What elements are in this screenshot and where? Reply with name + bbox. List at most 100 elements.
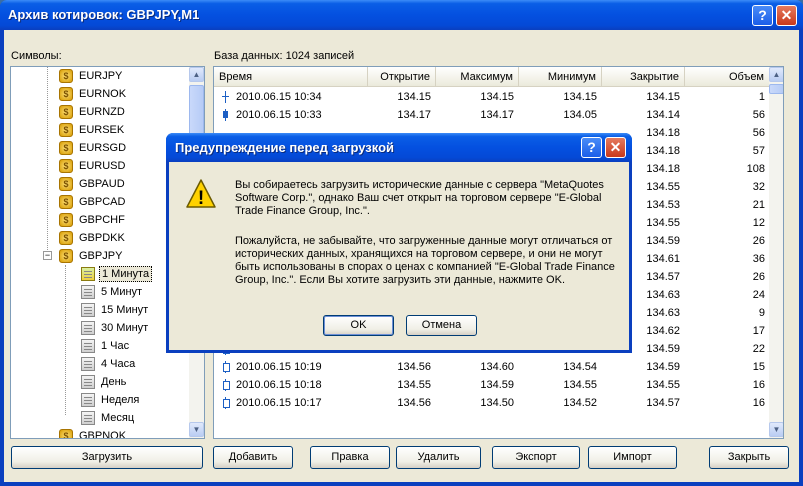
symbol-label: GBPCAD [79,196,126,208]
currency-icon: $ [59,123,73,137]
cell-vol: 16 [752,379,765,391]
cell-vol: 22 [752,343,765,355]
tree-symbol-item[interactable]: $ EURUSD [11,157,189,175]
table-scrollbar[interactable]: ▲ ▼ [769,67,783,438]
window-title: Архив котировок: GBPJPY,M1 [8,7,200,22]
cell-time: 2010.06.15 10:34 [236,91,322,103]
tree-timeframe-item[interactable]: 15 Минут [11,301,189,319]
close-button[interactable]: Закрыть [709,446,789,469]
scroll-down-icon[interactable]: ▼ [189,422,204,437]
cancel-button[interactable]: Отмена [406,315,477,336]
cell-open: 134.56 [397,397,431,409]
tree-timeframe-item[interactable]: 1 Минута [11,265,189,283]
scroll-up-icon[interactable]: ▲ [189,67,204,82]
close-icon[interactable]: ✕ [605,137,626,158]
ok-button[interactable]: OK [323,315,394,336]
table-row[interactable]: 2010.06.15 10:19 134.56 134.60 134.54 134.59… [214,358,770,376]
help-icon[interactable]: ? [581,137,602,158]
table-row[interactable]: 2010.06.15 10:17 134.56 134.50 134.52 134.57… [214,394,770,412]
history-file-icon [81,411,95,425]
delete-button[interactable]: Удалить [396,446,481,469]
currency-icon: $ [59,159,73,173]
import-button[interactable]: Импорт [588,446,677,469]
tree-symbol-item[interactable]: $ EURSEK [11,121,189,139]
export-button[interactable]: Экспорт [492,446,580,469]
table-row[interactable]: 2010.06.15 10:34 134.15 134.15 134.15 134.15… [214,88,770,106]
cell-low: 134.15 [563,91,597,103]
currency-icon: $ [59,177,73,191]
dialog-title-bar[interactable]: Предупреждение перед загрузкой ? ✕ [166,133,632,162]
cell-vol: 56 [752,127,765,139]
help-icon[interactable]: ? [752,5,773,26]
col-open[interactable]: Открытие [368,67,436,87]
symbol-label: GBPJPY [79,250,123,262]
title-bar[interactable]: Архив котировок: GBPJPY,M1 ? ✕ [0,0,803,30]
scroll-thumb[interactable] [769,84,783,94]
database-label: База данных: 1024 записей [214,50,355,62]
timeframe-label: 15 Минут [101,304,149,316]
currency-icon: $ [59,429,73,438]
cell-high: 134.17 [480,109,514,121]
tree-symbol-item[interactable]: $ GBPCAD [11,193,189,211]
cell-high: 134.59 [480,379,514,391]
cell-close: 134.15 [646,91,680,103]
close-icon[interactable]: ✕ [776,5,797,26]
edit-button[interactable]: Правка [310,446,390,469]
symbol-label: EURNOK [79,88,127,100]
currency-icon: $ [59,141,73,155]
currency-icon: $ [59,195,73,209]
tree-symbol-item[interactable]: − $ GBPJPY [11,247,189,265]
history-file-icon [81,285,95,299]
tree-timeframe-item[interactable]: 1 Час [11,337,189,355]
cell-vol: 26 [752,235,765,247]
col-low[interactable]: Минимум [519,67,602,87]
cell-time: 2010.06.15 10:33 [236,109,322,121]
table-row[interactable]: 2010.06.15 10:18 134.55 134.59 134.55 134.55… [214,376,770,394]
cell-vol: 16 [752,397,765,409]
collapse-icon[interactable]: − [43,251,52,260]
cell-time: 2010.06.15 10:17 [236,397,322,409]
download-warning-dialog: Предупреждение перед загрузкой ? ✕ ! Вы … [166,133,632,353]
cell-vol: 15 [752,361,765,373]
symbol-label: GBPCHF [79,214,125,226]
cell-vol: 56 [752,109,765,121]
col-high[interactable]: Максимум [436,67,519,87]
tree-symbol-item[interactable]: $ EURSGD [11,139,189,157]
tree-symbol-item[interactable]: $ GBPDKK [11,229,189,247]
cell-vol: 21 [752,199,765,211]
cell-high: 134.50 [480,397,514,409]
currency-icon: $ [59,249,73,263]
col-close[interactable]: Закрытие [602,67,685,87]
cell-vol: 17 [752,325,765,337]
download-button[interactable]: Загрузить [11,446,203,469]
cell-time: 2010.06.15 10:18 [236,379,322,391]
tree-timeframe-item[interactable]: Месяц [11,409,189,427]
tree-symbol-item[interactable]: $ EURJPY [11,67,189,85]
cell-close: 134.57 [646,397,680,409]
col-volume[interactable]: Объем [685,67,770,87]
col-time[interactable]: Время [214,67,368,87]
dialog-message-1: Вы собираетесь загрузить исторические да… [235,179,604,217]
symbol-label: GBPNOK [79,430,127,439]
tree-timeframe-item[interactable]: 5 Минут [11,283,189,301]
add-button[interactable]: Добавить [213,446,293,469]
tree-timeframe-item[interactable]: 30 Минут [11,319,189,337]
dialog-client: ! Вы собираетесь загрузить исторические … [169,162,629,350]
tree-timeframe-item[interactable]: День [11,373,189,391]
tree-symbol-item[interactable]: $ EURNOK [11,85,189,103]
tree-symbol-item[interactable]: $ GBPCHF [11,211,189,229]
currency-icon: $ [59,87,73,101]
cell-time: 2010.06.15 10:19 [236,361,322,373]
scroll-up-icon[interactable]: ▲ [769,67,783,82]
dialog-message-2: Пожалуйста, не забывайте, что загруженны… [235,235,615,286]
cell-low: 134.55 [563,379,597,391]
tree-timeframe-item[interactable]: 4 Часа [11,355,189,373]
table-row[interactable]: 2010.06.15 10:33 134.17 134.17 134.05 134.14… [214,106,770,124]
tree-timeframe-item[interactable]: Неделя [11,391,189,409]
scroll-down-icon[interactable]: ▼ [769,422,783,437]
cell-vol: 12 [752,217,765,229]
tree-symbol-item[interactable]: $ GBPAUD [11,175,189,193]
cell-vol: 1 [758,91,765,103]
tree-symbol-item[interactable]: $ EURNZD [11,103,189,121]
tree-symbol-item[interactable]: $ GBPNOK [11,427,189,439]
